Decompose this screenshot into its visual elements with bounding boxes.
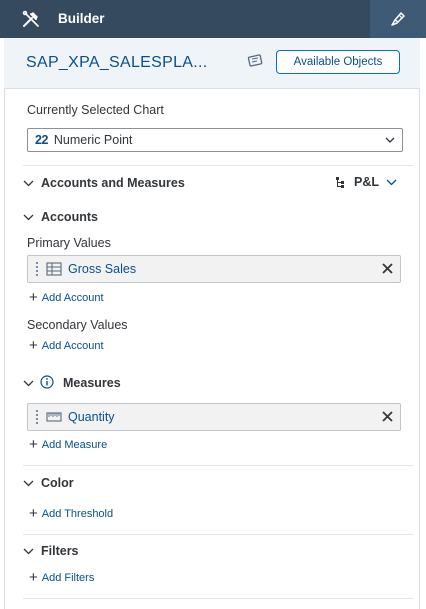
chevron-down-icon[interactable] bbox=[23, 546, 34, 557]
chevron-down-icon[interactable] bbox=[23, 478, 34, 489]
plus-icon: + bbox=[29, 569, 38, 586]
plus-icon: + bbox=[29, 436, 38, 453]
primary-values-label: Primary Values bbox=[27, 236, 111, 250]
accounts-title: Accounts bbox=[41, 210, 98, 224]
tools-icon bbox=[22, 10, 39, 27]
divider bbox=[23, 598, 413, 599]
chart-type-value: Numeric Point bbox=[53, 133, 133, 147]
drag-handle-icon[interactable] bbox=[36, 410, 40, 424]
info-icon[interactable] bbox=[40, 375, 54, 389]
paint-brush-icon bbox=[391, 12, 405, 26]
chevron-down-icon bbox=[385, 137, 395, 143]
add-threshold-label: Add Threshold bbox=[41, 507, 114, 520]
builder-toolbar: Builder bbox=[0, 0, 426, 38]
plus-icon: + bbox=[29, 337, 38, 354]
plus-icon: + bbox=[29, 289, 38, 306]
panel-title: Builder bbox=[58, 11, 105, 26]
drag-handle-icon[interactable] bbox=[36, 262, 40, 276]
divider bbox=[23, 165, 413, 166]
chevron-down-icon[interactable] bbox=[23, 178, 34, 189]
add-account-button[interactable]: + Add Account bbox=[29, 290, 104, 305]
measure-icon bbox=[46, 412, 62, 422]
comment-icon[interactable] bbox=[247, 53, 265, 69]
close-icon[interactable] bbox=[381, 410, 394, 423]
numeric-point-icon: 22 bbox=[35, 133, 48, 147]
measure-token-quantity[interactable]: Quantity bbox=[27, 403, 401, 431]
add-measure-button[interactable]: + Add Measure bbox=[29, 437, 107, 452]
divider bbox=[23, 534, 413, 535]
account-icon bbox=[46, 262, 62, 276]
chevron-down-icon bbox=[386, 179, 397, 185]
token-label: Gross Sales bbox=[68, 262, 137, 276]
add-threshold-button[interactable]: + Add Threshold bbox=[29, 506, 113, 521]
add-account-label: Add Account bbox=[41, 291, 104, 304]
model-header: SAP_XPA_SALESPLA... Available Objects bbox=[4, 38, 420, 89]
add-account-label: Add Account bbox=[41, 339, 104, 352]
measures-title: Measures bbox=[63, 376, 121, 390]
filters-title: Filters bbox=[41, 544, 79, 558]
accounts-measures-title: Accounts and Measures bbox=[41, 176, 185, 190]
add-filters-button[interactable]: + Add Filters bbox=[29, 570, 94, 585]
chevron-down-icon[interactable] bbox=[23, 212, 34, 223]
chevron-down-icon[interactable] bbox=[23, 378, 34, 389]
builder-panel: Currently Selected Chart 22 Numeric Poin… bbox=[4, 89, 420, 609]
hierarchy-label: P&L bbox=[354, 175, 379, 189]
account-token-gross-sales[interactable]: Gross Sales bbox=[27, 255, 401, 283]
chart-type-select[interactable]: 22 Numeric Point bbox=[27, 128, 403, 152]
secondary-values-label: Secondary Values bbox=[27, 318, 128, 332]
designer-button[interactable] bbox=[370, 0, 426, 38]
close-icon[interactable] bbox=[381, 262, 394, 275]
model-name[interactable]: SAP_XPA_SALESPLA... bbox=[26, 54, 208, 72]
hierarchy-icon bbox=[336, 176, 344, 188]
hierarchy-dropdown[interactable]: P&L bbox=[335, 175, 397, 189]
plus-icon: + bbox=[29, 505, 38, 522]
divider bbox=[23, 465, 413, 466]
token-label: Quantity bbox=[68, 410, 115, 424]
add-secondary-account-button[interactable]: + Add Account bbox=[29, 338, 104, 353]
available-objects-button[interactable]: Available Objects bbox=[276, 50, 400, 74]
add-filters-label: Add Filters bbox=[41, 571, 95, 584]
selected-chart-label: Currently Selected Chart bbox=[27, 103, 164, 117]
add-measure-label: Add Measure bbox=[41, 438, 108, 451]
color-title: Color bbox=[41, 476, 74, 490]
